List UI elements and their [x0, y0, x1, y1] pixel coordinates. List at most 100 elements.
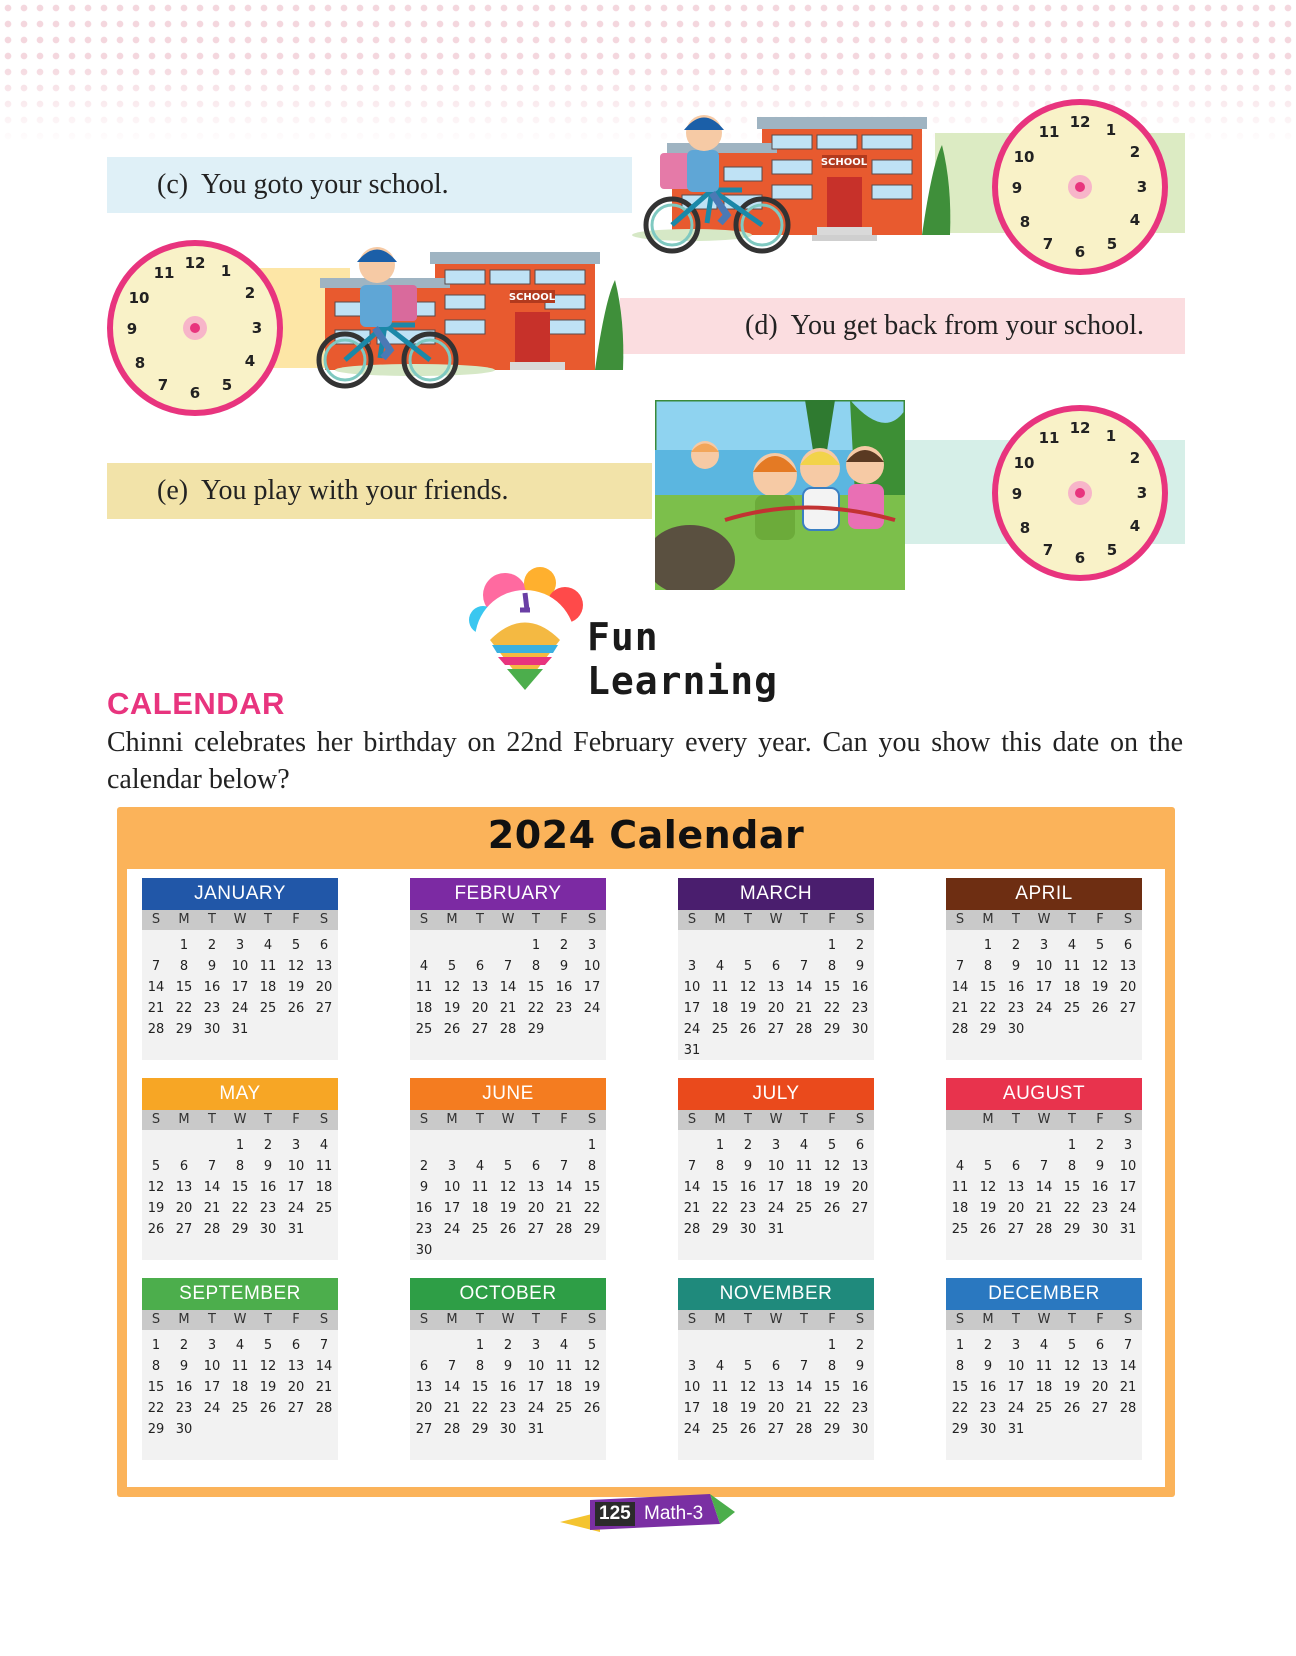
- day-cell[interactable]: 21: [790, 1398, 818, 1419]
- day-cell[interactable]: 27: [170, 1219, 198, 1240]
- day-cell[interactable]: 4: [1058, 935, 1086, 956]
- day-cell[interactable]: 18: [1058, 977, 1086, 998]
- day-cell[interactable]: 22: [170, 998, 198, 1019]
- day-cell[interactable]: 15: [578, 1177, 606, 1198]
- day-cell[interactable]: 4: [410, 956, 438, 977]
- day-cell[interactable]: 17: [226, 977, 254, 998]
- day-cell[interactable]: 1: [578, 1135, 606, 1156]
- day-cell[interactable]: 26: [1086, 998, 1114, 1019]
- day-cell[interactable]: 20: [762, 998, 790, 1019]
- day-cell[interactable]: 27: [846, 1198, 874, 1219]
- day-cell[interactable]: 4: [946, 1156, 974, 1177]
- day-cell[interactable]: 21: [1030, 1198, 1058, 1219]
- day-cell[interactable]: 31: [1002, 1419, 1030, 1440]
- day-cell[interactable]: 9: [734, 1156, 762, 1177]
- day-cell[interactable]: 15: [818, 1377, 846, 1398]
- day-cell[interactable]: 13: [1114, 956, 1142, 977]
- day-cell[interactable]: 18: [706, 998, 734, 1019]
- day-cell[interactable]: 20: [1114, 977, 1142, 998]
- day-cell[interactable]: 31: [282, 1219, 310, 1240]
- day-cell[interactable]: 23: [846, 1398, 874, 1419]
- day-cell[interactable]: 21: [678, 1198, 706, 1219]
- day-cell[interactable]: 4: [706, 956, 734, 977]
- day-cell[interactable]: 5: [734, 956, 762, 977]
- day-cell[interactable]: 20: [310, 977, 338, 998]
- day-cell[interactable]: 10: [282, 1156, 310, 1177]
- day-cell[interactable]: 19: [282, 977, 310, 998]
- day-cell[interactable]: 15: [974, 977, 1002, 998]
- day-cell[interactable]: 24: [678, 1019, 706, 1040]
- day-cell[interactable]: 7: [438, 1356, 466, 1377]
- day-cell[interactable]: 16: [974, 1377, 1002, 1398]
- day-cell[interactable]: 29: [578, 1219, 606, 1240]
- day-cell[interactable]: 16: [846, 977, 874, 998]
- day-cell[interactable]: 14: [550, 1177, 578, 1198]
- day-cell[interactable]: 22: [946, 1398, 974, 1419]
- day-cell[interactable]: 9: [1002, 956, 1030, 977]
- day-cell[interactable]: 19: [734, 998, 762, 1019]
- day-cell[interactable]: 12: [282, 956, 310, 977]
- day-cell[interactable]: 11: [226, 1356, 254, 1377]
- day-cell[interactable]: 27: [522, 1219, 550, 1240]
- day-cell[interactable]: 26: [494, 1219, 522, 1240]
- day-cell[interactable]: 7: [550, 1156, 578, 1177]
- day-cell[interactable]: 8: [170, 956, 198, 977]
- day-cell[interactable]: 28: [946, 1019, 974, 1040]
- day-cell[interactable]: 18: [946, 1198, 974, 1219]
- day-cell[interactable]: 11: [410, 977, 438, 998]
- day-cell[interactable]: 10: [226, 956, 254, 977]
- day-cell[interactable]: 14: [678, 1177, 706, 1198]
- day-cell[interactable]: 14: [790, 977, 818, 998]
- day-cell[interactable]: 22: [818, 998, 846, 1019]
- day-cell[interactable]: 19: [494, 1198, 522, 1219]
- day-cell[interactable]: 13: [282, 1356, 310, 1377]
- day-cell[interactable]: 2: [846, 1335, 874, 1356]
- day-cell[interactable]: 17: [198, 1377, 226, 1398]
- day-cell[interactable]: 13: [310, 956, 338, 977]
- day-cell[interactable]: 31: [522, 1419, 550, 1440]
- day-cell[interactable]: 10: [1030, 956, 1058, 977]
- day-cell[interactable]: 26: [734, 1019, 762, 1040]
- day-cell[interactable]: 6: [1002, 1156, 1030, 1177]
- day-cell[interactable]: 23: [1002, 998, 1030, 1019]
- day-cell[interactable]: 30: [1002, 1019, 1030, 1040]
- day-cell[interactable]: 16: [494, 1377, 522, 1398]
- day-cell[interactable]: 29: [818, 1419, 846, 1440]
- day-cell[interactable]: 22: [522, 998, 550, 1019]
- day-cell[interactable]: 24: [578, 998, 606, 1019]
- day-cell[interactable]: 9: [170, 1356, 198, 1377]
- day-cell[interactable]: 25: [254, 998, 282, 1019]
- day-cell[interactable]: 16: [846, 1377, 874, 1398]
- day-cell[interactable]: 26: [1058, 1398, 1086, 1419]
- day-cell[interactable]: 1: [1058, 1135, 1086, 1156]
- day-cell[interactable]: 21: [946, 998, 974, 1019]
- day-cell[interactable]: 27: [282, 1398, 310, 1419]
- day-cell[interactable]: 17: [678, 998, 706, 1019]
- day-cell[interactable]: 3: [522, 1335, 550, 1356]
- day-cell[interactable]: 25: [706, 1419, 734, 1440]
- day-cell[interactable]: 12: [974, 1177, 1002, 1198]
- day-cell[interactable]: 10: [198, 1356, 226, 1377]
- day-cell[interactable]: 6: [282, 1335, 310, 1356]
- day-cell[interactable]: 4: [706, 1356, 734, 1377]
- day-cell[interactable]: 12: [1058, 1356, 1086, 1377]
- day-cell[interactable]: 5: [494, 1156, 522, 1177]
- day-cell[interactable]: 27: [762, 1019, 790, 1040]
- day-cell[interactable]: 29: [946, 1419, 974, 1440]
- day-cell[interactable]: 9: [974, 1356, 1002, 1377]
- day-cell[interactable]: 28: [494, 1019, 522, 1040]
- day-cell[interactable]: 8: [522, 956, 550, 977]
- day-cell[interactable]: 30: [846, 1419, 874, 1440]
- day-cell[interactable]: 30: [494, 1419, 522, 1440]
- day-cell[interactable]: 25: [410, 1019, 438, 1040]
- day-cell[interactable]: 17: [438, 1198, 466, 1219]
- day-cell[interactable]: 7: [1114, 1335, 1142, 1356]
- day-cell[interactable]: 5: [282, 935, 310, 956]
- day-cell[interactable]: 8: [706, 1156, 734, 1177]
- day-cell[interactable]: 10: [678, 977, 706, 998]
- day-cell[interactable]: 3: [1030, 935, 1058, 956]
- day-cell[interactable]: 2: [198, 935, 226, 956]
- day-cell[interactable]: 3: [762, 1135, 790, 1156]
- day-cell[interactable]: 20: [170, 1198, 198, 1219]
- day-cell[interactable]: 18: [466, 1198, 494, 1219]
